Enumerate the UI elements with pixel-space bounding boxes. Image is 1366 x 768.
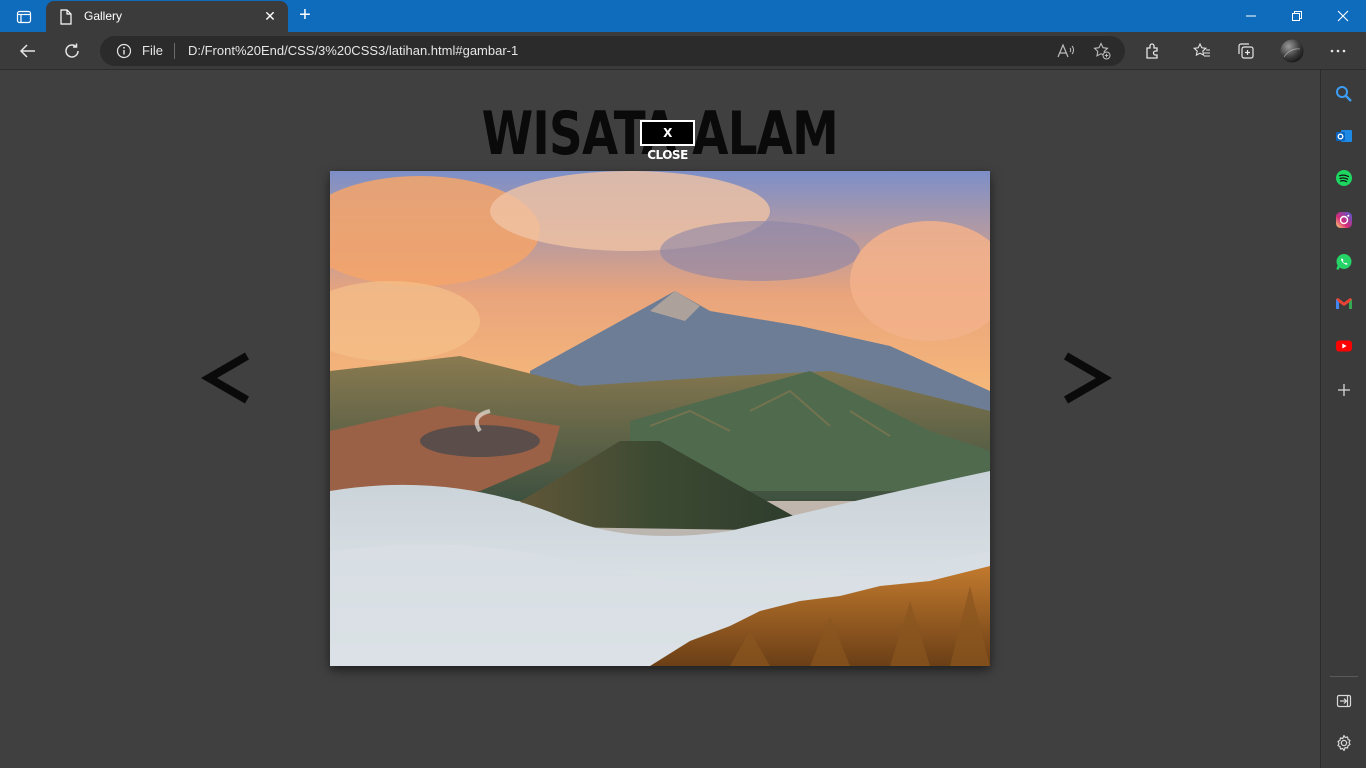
read-aloud-icon[interactable] [1056, 41, 1076, 61]
tab-title: Gallery [84, 9, 123, 23]
back-arrow-icon[interactable] [14, 37, 42, 65]
address-scheme: File [142, 43, 163, 58]
page-viewport: WISATA ALAM X CLOSE [0, 70, 1320, 768]
settings-icon[interactable] [1333, 732, 1355, 754]
address-separator [174, 43, 175, 59]
youtube-icon[interactable] [1333, 335, 1355, 357]
info-icon[interactable] [116, 43, 132, 64]
more-icon[interactable] [1324, 37, 1352, 65]
favorites-icon[interactable] [1188, 37, 1216, 65]
gallery-image [330, 171, 990, 666]
search-icon[interactable] [1333, 83, 1355, 105]
new-tab-button[interactable]: + [294, 5, 316, 27]
address-bar[interactable]: File D:/Front%20End/CSS/3%20CSS3/latihan… [100, 36, 1125, 66]
add-icon[interactable] [1333, 379, 1355, 401]
url-text[interactable]: D:/Front%20End/CSS/3%20CSS3/latihan.html… [188, 43, 518, 58]
add-favorite-icon[interactable] [1092, 41, 1112, 61]
toolbar: File D:/Front%20End/CSS/3%20CSS3/latihan… [0, 32, 1366, 70]
instagram-icon[interactable] [1333, 209, 1355, 231]
outlook-icon[interactable] [1333, 125, 1355, 147]
prev-arrow-icon[interactable] [199, 350, 255, 406]
sidebar-divider [1330, 676, 1358, 677]
restore-icon[interactable] [1274, 0, 1320, 32]
extensions-icon[interactable] [1139, 37, 1167, 65]
close-button[interactable]: X CLOSE [640, 120, 695, 162]
tab-gallery[interactable]: Gallery ✕ [46, 1, 288, 32]
title-bar: Gallery ✕ + [0, 0, 1366, 32]
tab-actions-icon[interactable] [8, 6, 40, 28]
hide-sidebar-icon[interactable] [1333, 690, 1355, 712]
tab-close-button[interactable]: ✕ [262, 7, 278, 25]
browser-sidebar [1320, 70, 1366, 768]
close-icon[interactable] [1320, 0, 1366, 32]
whatsapp-icon[interactable] [1333, 251, 1355, 273]
profile-avatar[interactable] [1278, 37, 1306, 65]
minimize-icon[interactable] [1228, 0, 1274, 32]
gmail-icon[interactable] [1333, 293, 1355, 315]
page-icon [59, 9, 73, 30]
next-arrow-icon[interactable] [1058, 350, 1114, 406]
spotify-icon[interactable] [1333, 167, 1355, 189]
refresh-icon[interactable] [58, 37, 86, 65]
collections-icon[interactable] [1232, 37, 1260, 65]
